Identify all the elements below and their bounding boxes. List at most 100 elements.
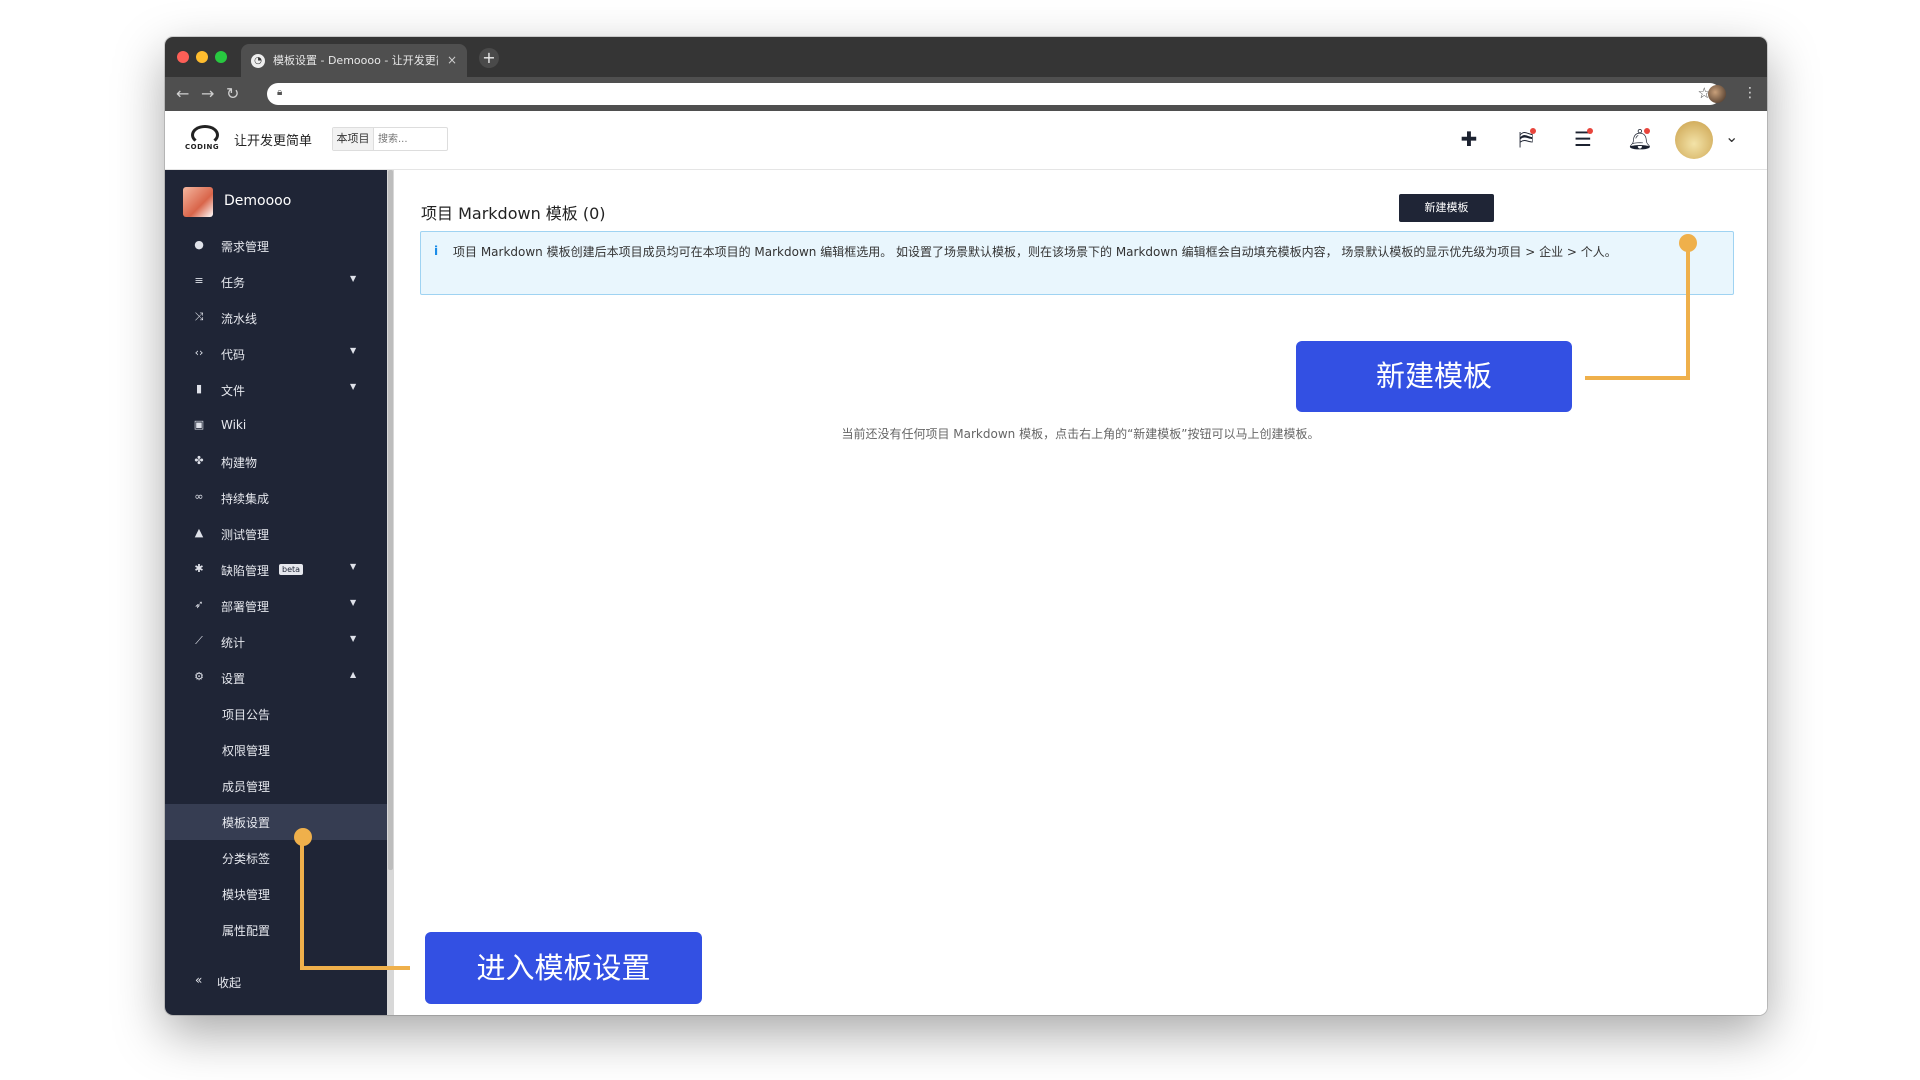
close-window-button[interactable]: [177, 51, 189, 63]
unread-dot: [1587, 128, 1593, 134]
sidebar-subitem-modules[interactable]: 模块管理: [165, 876, 387, 912]
lightbulb-icon: ●: [194, 238, 204, 251]
favicon-icon: ◔: [251, 54, 265, 68]
browser-window: ◔ 模板设置 - Demoooo - 让开发更简单 × + ← → ↻ 🔒︎ ☆…: [165, 37, 1767, 1015]
shuffle-icon: ⤨: [194, 310, 204, 323]
unread-dot: [1644, 128, 1650, 134]
annotation-line: [300, 836, 304, 970]
sidebar-item-label: 文件: [221, 384, 246, 398]
project-avatar[interactable]: [183, 187, 213, 217]
sidebar-subitem-label: 模块管理: [222, 888, 271, 902]
caret-down-icon: ▼: [350, 274, 357, 283]
page-title: 项目 Markdown 模板 (0): [421, 204, 606, 223]
search-scope-select[interactable]: 本项目: [333, 128, 374, 150]
annotation-line: [1585, 376, 1690, 380]
task-icon: ≡: [194, 274, 204, 287]
new-tab-button[interactable]: +: [479, 48, 499, 68]
caret-down-icon: ▼: [350, 346, 357, 355]
sidebar-subitem-label: 项目公告: [222, 708, 271, 722]
sidebar-item-wiki[interactable]: ▣ Wiki: [165, 408, 387, 444]
caret-down-icon: ▼: [350, 562, 357, 571]
sidebar-item-artifacts[interactable]: ✤ 构建物: [165, 444, 387, 480]
collapse-label: 收起: [217, 976, 242, 990]
enter-settings-callout: 进入模板设置: [425, 932, 702, 1004]
chart-icon: ⟋: [195, 634, 203, 647]
sidebar-scrollbar[interactable]: [387, 170, 394, 1015]
browser-menu-icon[interactable]: ⋮: [1743, 83, 1757, 103]
sidebar-item-pipeline[interactable]: ⤨ 流水线: [165, 300, 387, 336]
sidebar-subitem-label: 分类标签: [222, 852, 271, 866]
address-bar[interactable]: 🔒︎ ☆: [267, 83, 1721, 105]
tab-close-icon[interactable]: ×: [447, 44, 457, 77]
sidebar-item-label: Wiki: [221, 418, 247, 432]
sidebar-item-requirements[interactable]: ● 需求管理: [165, 228, 387, 264]
logo-text: CODING: [185, 143, 220, 151]
sidebar-subitem-templates[interactable]: 模板设置: [165, 804, 387, 840]
sidebar-item-label: 流水线: [221, 312, 258, 326]
caret-down-icon: ▼: [350, 634, 357, 643]
sidebar-item-label: 代码: [221, 348, 246, 362]
global-search: 本项目: [332, 127, 448, 151]
sidebar-subitem-attributes[interactable]: 属性配置: [165, 912, 387, 948]
coding-logo[interactable]: CODING: [185, 125, 221, 155]
maximize-window-button[interactable]: [215, 51, 227, 63]
sidebar-item-testing[interactable]: ▲ 测试管理: [165, 516, 387, 552]
empty-state-text: 当前还没有任何项目 Markdown 模板，点击右上角的“新建模板”按钮可以马上…: [841, 427, 1320, 441]
bug-icon: ✱: [194, 562, 204, 575]
sidebar-subitem-tags[interactable]: 分类标签: [165, 840, 387, 876]
scrollbar-thumb[interactable]: [388, 170, 393, 870]
sidebar-item-defects[interactable]: ✱ 缺陷管理 beta ▼: [165, 552, 387, 588]
user-avatar[interactable]: [1675, 121, 1713, 159]
annotation-line: [1686, 242, 1690, 380]
sidebar-subitem-label: 模板设置: [222, 816, 271, 830]
caret-up-icon: ▲: [350, 670, 357, 679]
new-template-button[interactable]: 新建模板: [1399, 194, 1494, 222]
sidebar-item-files[interactable]: ▮ 文件 ▼: [165, 372, 387, 408]
sidebar-subitem-label: 成员管理: [222, 780, 271, 794]
sidebar-item-label: 持续集成: [221, 492, 270, 506]
back-icon[interactable]: ←: [176, 84, 189, 103]
forward-icon[interactable]: →: [201, 84, 214, 103]
logo-mark-icon: [191, 125, 219, 145]
sidebar-subitem-label: 属性配置: [222, 924, 271, 938]
reload-icon[interactable]: ↻: [226, 84, 239, 103]
tab-title: 模板设置 - Demoooo - 让开发更简单: [273, 54, 438, 67]
sidebar-item-code[interactable]: ‹› 代码 ▼: [165, 336, 387, 372]
sidebar-item-label: 测试管理: [221, 528, 270, 542]
sidebar-item-deploy[interactable]: ➶ 部署管理 ▼: [165, 588, 387, 624]
sidebar-item-settings[interactable]: ⚙ 设置 ▲: [165, 660, 387, 696]
sidebar-subitem-announcements[interactable]: 项目公告: [165, 696, 387, 732]
caret-down-icon: ▼: [350, 598, 357, 607]
artifact-icon: ✤: [194, 454, 204, 467]
sidebar-item-statistics[interactable]: ⟋ 统计 ▼: [165, 624, 387, 660]
rocket-icon: ➶: [194, 598, 204, 611]
browser-tab[interactable]: ◔ 模板设置 - Demoooo - 让开发更简单 ×: [241, 44, 467, 77]
sidebar-item-label: 任务: [221, 276, 246, 290]
new-template-callout: 新建模板: [1296, 341, 1572, 412]
beta-badge: beta: [279, 564, 304, 575]
project-sidebar: Demoooo ● 需求管理 ≡ 任务 ▼ ⤨ 流水线 ‹› 代码 ▼ ▮ 文件…: [165, 170, 387, 1015]
file-icon: ▮: [195, 382, 203, 395]
search-input[interactable]: [378, 131, 438, 147]
chevron-down-icon[interactable]: ⌄: [1725, 127, 1738, 146]
browser-profile-avatar[interactable]: [1708, 85, 1726, 103]
lock-icon: 🔒︎: [277, 87, 283, 98]
plus-icon[interactable]: ✚: [1455, 125, 1483, 153]
info-notice: i 项目 Markdown 模板创建后本项目成员均可在本项目的 Markdown…: [420, 231, 1734, 295]
sidebar-item-tasks[interactable]: ≡ 任务 ▼: [165, 264, 387, 300]
minimize-window-button[interactable]: [196, 51, 208, 63]
sidebar-item-ci[interactable]: ∞ 持续集成: [165, 480, 387, 516]
project-name[interactable]: Demoooo: [224, 193, 291, 209]
sidebar-item-label: 设置: [221, 672, 246, 686]
slogan: 让开发更简单: [234, 134, 313, 149]
annotation-line: [300, 966, 410, 970]
code-icon: ‹›: [194, 346, 204, 359]
flask-icon: ▲: [194, 526, 204, 539]
annotation-dot: [1679, 234, 1697, 252]
sidebar-item-label: 构建物: [221, 456, 258, 470]
notice-text: 项目 Markdown 模板创建后本项目成员均可在本项目的 Markdown 编…: [453, 245, 1617, 259]
sidebar-subitem-permissions[interactable]: 权限管理: [165, 732, 387, 768]
browser-tab-bar: ◔ 模板设置 - Demoooo - 让开发更简单 × +: [165, 37, 1767, 77]
annotation-dot: [294, 828, 312, 846]
sidebar-subitem-members[interactable]: 成员管理: [165, 768, 387, 804]
